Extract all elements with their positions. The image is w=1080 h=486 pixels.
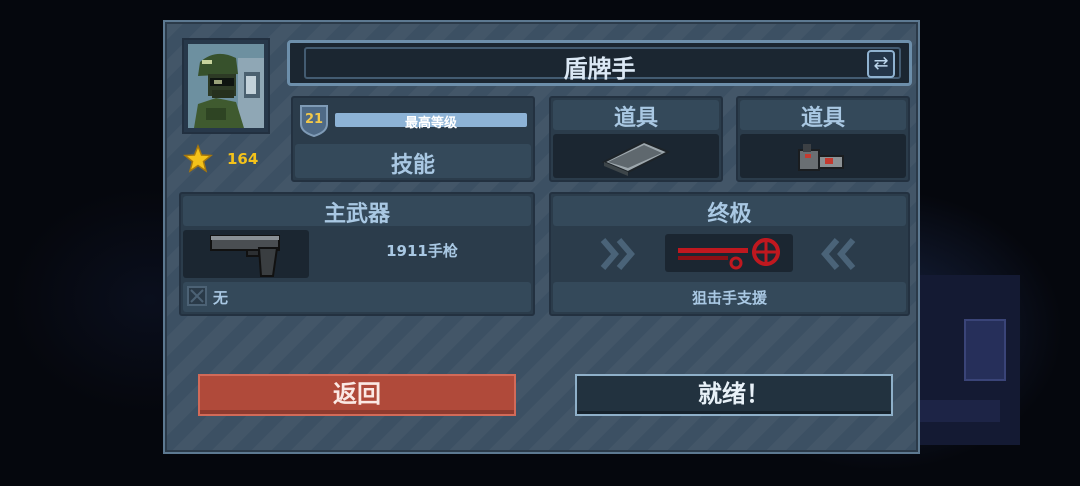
star-rating: 164	[183, 144, 269, 174]
level-badge: 21	[299, 104, 329, 138]
empty-checkbox-icon[interactable]	[187, 286, 207, 306]
ultimate-label: 终极	[707, 202, 752, 227]
background-ledge	[920, 400, 1000, 422]
level-number: 21	[304, 112, 324, 127]
character-portrait[interactable]	[182, 38, 270, 134]
star-count: 164	[227, 150, 259, 168]
level-bar: 最高等级	[335, 113, 527, 131]
grey-plate-item-icon	[601, 140, 671, 176]
swap-character-button[interactable]: ⇄	[867, 50, 895, 78]
portrait-art	[188, 44, 264, 128]
primary-weapon-box[interactable]: 主武器 1911手枪 无	[179, 192, 535, 316]
character-name: 盾牌手	[563, 55, 636, 83]
background-structure	[920, 275, 1020, 445]
character-title-bar: 盾牌手 ⇄	[287, 40, 912, 86]
ready-button[interactable]: 就绪！	[575, 374, 893, 416]
ultimate-icon-area	[665, 234, 793, 272]
sniper-support-icon	[678, 238, 780, 270]
back-button[interactable]: 返回	[198, 374, 516, 416]
shield-soldier-portrait-icon	[188, 44, 264, 128]
grenade-item-icon	[798, 144, 844, 171]
pistol-1911-icon	[210, 235, 280, 277]
level-bar-label: 最高等级	[404, 116, 457, 131]
skills-label: 技能	[390, 153, 435, 178]
ultimate-next-arrow-icon[interactable]	[817, 236, 857, 272]
item-slot-1[interactable]: 道具	[549, 96, 723, 182]
primary-weapon-name: 1911手枪	[386, 242, 458, 260]
ultimate-name: 狙击手支援	[691, 289, 767, 307]
item-slot-1-icon-area	[553, 134, 719, 178]
background-block	[964, 319, 1006, 381]
item-slot-2-label: 道具	[800, 106, 845, 131]
item-slot-2-icon-area	[740, 134, 906, 178]
loadout-panel: 164 盾牌手 ⇄ 21 最高等级 技能 道具 道具 主武器 1911手枪 无 …	[163, 20, 920, 454]
secondary-weapon-label: 无	[213, 289, 229, 307]
secondary-weapon-strip[interactable]: 无	[183, 282, 531, 312]
level-skills-box[interactable]: 21 最高等级 技能	[291, 96, 535, 182]
item-slot-2[interactable]: 道具	[736, 96, 910, 182]
item-slot-1-label: 道具	[613, 106, 658, 131]
ultimate-box[interactable]: 终极 狙击手支援	[549, 192, 910, 316]
star-icon	[183, 144, 213, 173]
primary-weapon-icon-area	[183, 230, 309, 278]
primary-weapon-label: 主武器	[323, 202, 390, 227]
swap-icon: ⇄	[873, 53, 889, 74]
ultimate-prev-arrow-icon[interactable]	[599, 236, 639, 272]
